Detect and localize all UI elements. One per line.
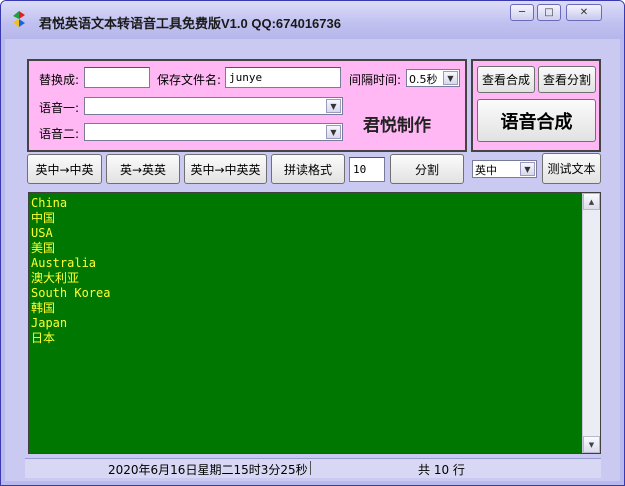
editor-line: 澳大利亚 bbox=[31, 271, 80, 285]
editor-line: Australia bbox=[31, 256, 97, 270]
en-cn-to-cnenen-button[interactable]: 英中→中英英 bbox=[184, 154, 267, 184]
voice1-label: 语音一: bbox=[39, 101, 80, 115]
settings-panel: 替换成: 保存文件名: junye 间隔时间: 0.5秒 ▼ 语音一: ▼ 语音… bbox=[27, 59, 467, 152]
language-select[interactable]: 英中 ▼ bbox=[472, 160, 537, 178]
status-datetime: 2020年6月16日星期二15时3分25秒 bbox=[108, 463, 308, 477]
app-window: 君悦英语文本转语音工具免费版V1.0 QQ:674016736 ─ □ ✕ 替换… bbox=[0, 0, 625, 486]
en-to-enen-button[interactable]: 英→英英 bbox=[106, 154, 180, 184]
replace-input[interactable] bbox=[84, 67, 150, 88]
view-split-button[interactable]: 查看分割 bbox=[538, 66, 596, 93]
maximize-icon: □ bbox=[544, 7, 554, 18]
phonetic-format-button[interactable]: 拼读格式 bbox=[271, 154, 345, 184]
status-divider bbox=[310, 461, 311, 475]
title-bar[interactable]: 君悦英语文本转语音工具免费版V1.0 QQ:674016736 ─ □ ✕ bbox=[1, 1, 624, 39]
minimize-icon: ─ bbox=[518, 7, 526, 18]
editor-line: 美国 bbox=[31, 241, 56, 255]
interval-select[interactable]: 0.5秒 ▼ bbox=[406, 69, 460, 87]
chevron-down-icon[interactable]: ▼ bbox=[520, 162, 535, 176]
text-editor[interactable]: China 中国 USA 美国 Australia 澳大利亚 South Korea 韩国 Ja… bbox=[28, 192, 601, 454]
editor-line: China bbox=[31, 196, 68, 210]
main-panel: 替换成: 保存文件名: junye 间隔时间: 0.5秒 ▼ 语音一: ▼ 语音… bbox=[5, 39, 620, 481]
chevron-down-icon[interactable]: ▼ bbox=[326, 125, 341, 139]
app-logo-icon bbox=[13, 11, 25, 27]
chevron-down-icon[interactable]: ▼ bbox=[326, 99, 341, 113]
vertical-scrollbar[interactable]: ▲ ▼ bbox=[582, 193, 600, 453]
close-button[interactable]: ✕ bbox=[566, 4, 602, 21]
split-count-input[interactable]: 10 bbox=[349, 157, 385, 182]
status-bar: 2020年6月16日星期二15时3分25秒 共 10 行 bbox=[25, 458, 601, 478]
synthesize-button[interactable]: 语音合成 bbox=[477, 99, 596, 142]
split-button[interactable]: 分割 bbox=[390, 154, 464, 184]
voice2-label: 语音二: bbox=[39, 127, 80, 141]
editor-line: USA bbox=[31, 226, 53, 240]
en-cn-to-cn-en-button[interactable]: 英中→中英 bbox=[27, 154, 102, 184]
window-title: 君悦英语文本转语音工具免费版V1.0 QQ:674016736 bbox=[39, 16, 341, 31]
action-panel: 查看合成 查看分割 语音合成 bbox=[471, 59, 601, 152]
interval-value: 0.5秒 bbox=[409, 73, 438, 86]
scroll-up-icon[interactable]: ▲ bbox=[583, 193, 600, 210]
filename-label: 保存文件名: bbox=[157, 73, 222, 87]
voice1-select[interactable]: ▼ bbox=[84, 97, 343, 115]
scroll-down-icon[interactable]: ▼ bbox=[583, 436, 600, 453]
close-icon: ✕ bbox=[579, 7, 589, 18]
minimize-button[interactable]: ─ bbox=[510, 4, 534, 21]
brand-label: 君悦制作 bbox=[363, 116, 431, 136]
view-synth-button[interactable]: 查看合成 bbox=[477, 66, 535, 93]
interval-label: 间隔时间: bbox=[349, 73, 402, 87]
chevron-down-icon[interactable]: ▼ bbox=[443, 71, 458, 85]
editor-line: 中国 bbox=[31, 211, 56, 225]
editor-line: 韩国 bbox=[31, 301, 56, 315]
test-text-button[interactable]: 测试文本 bbox=[542, 153, 601, 184]
status-line-count: 共 10 行 bbox=[418, 463, 465, 477]
maximize-button[interactable]: □ bbox=[537, 4, 561, 21]
editor-line: 日本 bbox=[31, 331, 56, 345]
editor-line: South Korea bbox=[31, 286, 111, 300]
replace-label: 替换成: bbox=[39, 73, 80, 87]
editor-line: Japan bbox=[31, 316, 68, 330]
editor-content[interactable]: China 中国 USA 美国 Australia 澳大利亚 South Korea 韩国 Ja… bbox=[31, 196, 582, 346]
filename-input[interactable]: junye bbox=[225, 67, 341, 88]
language-value: 英中 bbox=[475, 164, 497, 177]
voice2-select[interactable]: ▼ bbox=[84, 123, 343, 141]
